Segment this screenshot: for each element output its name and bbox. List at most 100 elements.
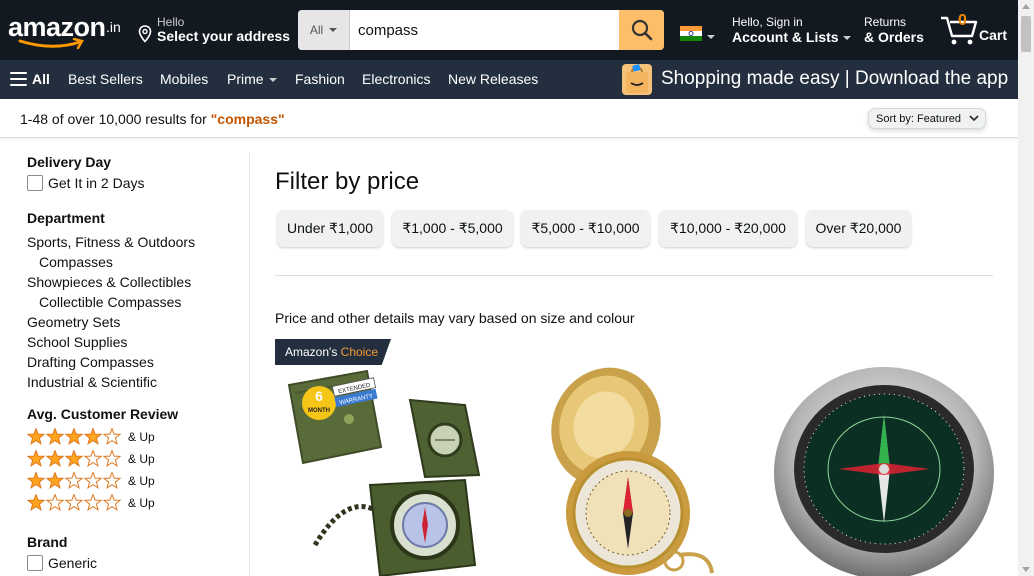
warranty-number: 6 [315,388,323,404]
nav-item-new-releases[interactable]: New Releases [448,71,538,87]
warranty-month: MONTH [308,408,330,414]
star-filled-icon [45,428,65,446]
department-link[interactable]: Showpieces & Collectibles [27,274,191,290]
brand-generic-checkbox[interactable]: Generic [27,555,97,571]
product-image-steel-compass[interactable] [772,365,1000,576]
star-empty-icon [45,494,65,512]
review-filter-row[interactable]: & Up [27,428,155,446]
department-link[interactable]: Geometry Sets [27,314,120,330]
nav-item-fashion[interactable]: Fashion [295,71,345,87]
returns-orders[interactable]: Returns & Orders [864,15,924,45]
delivery-day-heading: Delivery Day [27,154,112,170]
nav-item-electronics[interactable]: Electronics [362,71,430,87]
star-empty-icon [83,450,103,468]
cart-count: 0 [958,12,967,29]
department-heading: Department [27,210,105,226]
search-input[interactable] [350,10,620,50]
amazon-logo[interactable]: amazon .in [8,12,124,50]
star-filled-icon [45,450,65,468]
sort-value: Featured [916,112,961,125]
sidebar-divider [249,153,250,576]
brand-option-label: Generic [48,555,98,571]
star-empty-icon [102,472,122,490]
department-link[interactable]: Sports, Fitness & Outdoors [27,234,195,250]
search-icon [631,19,652,41]
price-filter-10000-20000[interactable]: ₹10,000 - ₹20,000 [659,210,797,247]
review-filter-row[interactable]: & Up [27,472,155,490]
account-lists[interactable]: Hello, Sign in Account & Lists [732,15,851,45]
orders-label: & Orders [864,29,924,45]
department-link[interactable]: Drafting Compasses [27,354,154,370]
shopping-bag-icon [622,64,652,95]
sort-dropdown[interactable]: Sort by: Featured [868,108,986,129]
star-empty-icon [83,472,103,490]
chevron-down-icon [842,36,851,41]
price-filter-over-20000[interactable]: Over ₹20,000 [806,210,911,247]
department-link[interactable]: Compasses [39,254,113,270]
scrollbar-thumb[interactable] [1021,16,1031,52]
checkbox-icon [27,175,43,191]
search-button[interactable] [619,10,664,50]
star-rating-icon [27,472,122,490]
nav-bar: All Best Sellers Mobiles Prime Fashion E… [0,60,1018,99]
delivery-2days-checkbox[interactable]: Get It in 2 Days [27,175,144,191]
star-filled-icon [27,472,46,490]
department-link[interactable]: School Supplies [27,334,127,350]
search-category-dropdown[interactable]: All [298,10,350,50]
delivery-address[interactable]: Hello Select your address [138,15,290,49]
page-scrollbar[interactable] [1018,0,1034,576]
price-filter-5000-10000[interactable]: ₹5,000 - ₹10,000 [521,210,650,247]
price-filter-1000-5000[interactable]: ₹1,000 - ₹5,000 [392,210,513,247]
results-info-bar: 1-48 of over 10,000 results for "compass… [0,99,1018,138]
review-and-up-label: & Up [128,452,155,466]
product-image-lensatic-compass[interactable]: 6 MONTH EXTENDED WARRANTY [275,365,503,576]
address-select-label: Select your address [157,28,291,44]
star-filled-icon [45,472,65,490]
star-filled-icon [64,428,84,446]
location-pin-icon [138,25,152,43]
cart-label: Cart [979,27,1008,43]
nav-all-label: All [32,71,50,87]
chevron-down-icon [969,115,979,122]
scroll-up-icon[interactable] [1022,4,1030,9]
filter-by-price-title: Filter by price [275,168,420,195]
department-link[interactable]: Industrial & Scientific [27,374,157,390]
scroll-down-icon[interactable] [1022,567,1030,572]
hamburger-icon [10,72,27,86]
nav-item-best-sellers[interactable]: Best Sellers [68,71,143,87]
review-filter-row[interactable]: & Up [27,450,155,468]
address-hello: Hello [157,15,185,29]
nav-item-mobiles[interactable]: Mobiles [160,71,208,87]
price-filter-under-1000[interactable]: Under ₹1,000 [277,210,383,247]
star-empty-icon [102,450,122,468]
chevron-down-icon [707,35,715,39]
search-category-label: All [309,23,324,37]
chevron-down-icon [268,78,277,83]
nav-item-prime-label: Prime [227,71,264,87]
star-rating-icon [27,450,122,468]
star-filled-icon [27,494,46,512]
nav-item-prime[interactable]: Prime [227,71,277,87]
department-link[interactable]: Collectible Compasses [39,294,181,310]
chevron-down-icon [329,28,338,32]
delivery-option-label: Get It in 2 Days [48,175,145,191]
product-image-brass-compass[interactable] [524,365,752,576]
returns-label: Returns [864,15,907,29]
choice-badge-a: Amazon's [285,345,338,359]
sort-label: Sort by: [876,112,914,125]
india-flag-icon [680,26,702,41]
cart-button[interactable]: 0 Cart [940,12,1012,48]
star-filled-icon [83,428,103,446]
checkbox-icon [27,555,43,571]
review-and-up-label: & Up [128,474,155,488]
star-rating-icon [27,494,122,512]
price-note: Price and other details may vary based o… [275,310,635,326]
section-divider [275,275,993,276]
star-empty-icon [83,494,103,512]
review-filter-row[interactable]: & Up [27,494,155,512]
top-header: amazon .in Hello Select your address All [0,0,1018,60]
star-empty-icon [102,494,122,512]
star-filled-icon [64,450,84,468]
review-and-up-label: & Up [128,430,155,444]
review-heading: Avg. Customer Review [27,406,179,422]
